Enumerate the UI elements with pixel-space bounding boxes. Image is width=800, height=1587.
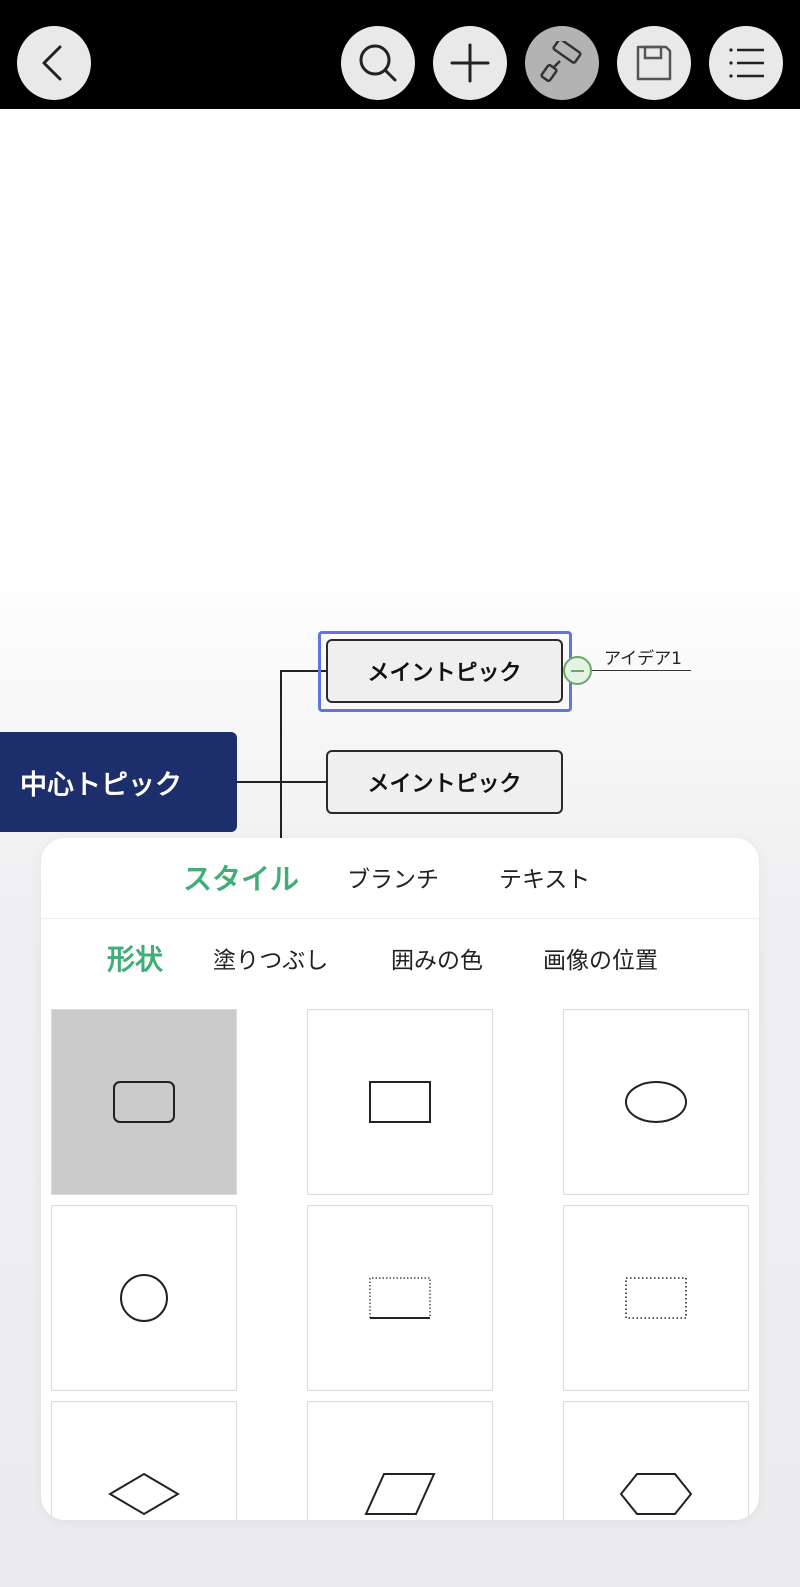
diamond-shape-icon: [108, 1472, 180, 1516]
hexagon-shape-icon: [619, 1473, 693, 1515]
dotted-rectangle-shape-icon: [625, 1277, 687, 1319]
tab-branch[interactable]: ブランチ: [347, 860, 439, 894]
tab-text[interactable]: テキスト: [499, 860, 590, 894]
subtab-border-color[interactable]: 囲みの色: [391, 941, 483, 975]
shape-option-parallelogram[interactable]: [307, 1401, 493, 1520]
circle-shape-icon: [120, 1274, 168, 1322]
rounded-rectangle-shape-icon: [113, 1081, 175, 1123]
main-topic-label: メイントピック: [367, 661, 522, 686]
panel-subtabs: 形状 塗りつぶし 囲みの色 画像の位置: [41, 919, 759, 999]
parallelogram-shape-icon: [364, 1473, 436, 1515]
main-topic-1[interactable]: メイントピック: [326, 639, 563, 703]
ellipse-shape-icon: [625, 1081, 687, 1123]
sub-topic-underline: [592, 670, 691, 671]
connector-central: [237, 781, 326, 783]
shape-option-rounded-rectangle[interactable]: [51, 1009, 237, 1195]
shape-option-underline-dotted-rectangle[interactable]: [307, 1205, 493, 1391]
shape-option-ellipse[interactable]: [563, 1009, 749, 1195]
main-topic-2[interactable]: メイントピック: [326, 750, 563, 814]
tab-style[interactable]: スタイル: [183, 856, 299, 898]
shape-option-circle[interactable]: [51, 1205, 237, 1391]
collapse-branch-button[interactable]: [563, 656, 592, 685]
main-topic-label: メイントピック: [367, 772, 522, 797]
subtab-shape[interactable]: 形状: [107, 938, 163, 978]
central-topic-label: 中心トピック: [20, 769, 182, 801]
rectangle-shape-icon: [369, 1081, 431, 1123]
shape-option-dotted-rectangle[interactable]: [563, 1205, 749, 1391]
shape-option-diamond[interactable]: [51, 1401, 237, 1520]
style-panel: スタイル ブランチ テキスト 形状 塗りつぶし 囲みの色 画像の位置: [41, 838, 759, 1520]
panel-tabs: スタイル ブランチ テキスト: [41, 838, 759, 919]
underline-shape-icon: [369, 1277, 431, 1319]
shape-option-rectangle[interactable]: [307, 1009, 493, 1195]
connector-vertical: [280, 670, 282, 850]
shape-option-hexagon[interactable]: [563, 1401, 749, 1520]
sub-topic-idea1[interactable]: アイデア1: [604, 644, 682, 669]
subtab-image-position[interactable]: 画像の位置: [543, 941, 658, 975]
subtab-fill[interactable]: 塗りつぶし: [213, 941, 328, 975]
central-topic[interactable]: 中心トピック: [0, 732, 237, 832]
